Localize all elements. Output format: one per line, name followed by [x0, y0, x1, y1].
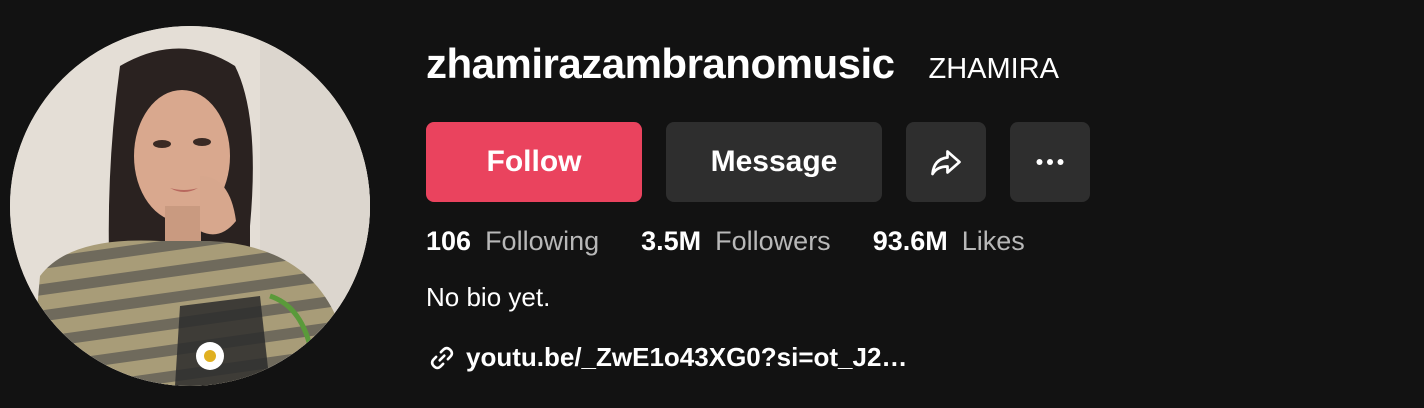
title-row: zhamirazambranomusic ZHAMIRA: [426, 40, 1406, 100]
profile-photo: [10, 26, 370, 386]
following-label: Following: [485, 226, 600, 256]
profile-info: zhamirazambranomusic ZHAMIRA Follow Mess…: [426, 40, 1406, 372]
nickname: ZHAMIRA: [928, 53, 1060, 85]
stat-following[interactable]: 106 Following: [426, 226, 599, 257]
ellipsis-icon: [1036, 159, 1064, 165]
followers-count: 3.5M: [641, 226, 702, 256]
stat-followers[interactable]: 3.5M Followers: [641, 226, 831, 257]
avatar[interactable]: [10, 26, 370, 386]
follow-button[interactable]: Follow: [426, 122, 642, 202]
link-text: youtu.be/_ZwE1o43XG0?si=ot_J2…: [466, 342, 908, 372]
stat-likes: 93.6M Likes: [873, 226, 1025, 257]
more-button[interactable]: [1010, 122, 1090, 202]
profile-link[interactable]: youtu.be/_ZwE1o43XG0?si=ot_J2…: [428, 342, 907, 373]
username: zhamirazambranomusic: [426, 40, 895, 87]
action-buttons: Follow Message: [426, 122, 1090, 202]
followers-label: Followers: [715, 226, 831, 256]
likes-label: Likes: [961, 226, 1025, 256]
message-button[interactable]: Message: [666, 122, 882, 202]
likes-count: 93.6M: [872, 226, 948, 256]
following-count: 106: [426, 226, 472, 256]
share-arrow-icon: [931, 150, 961, 176]
link-icon: [428, 343, 458, 373]
bio-text: No bio yet.: [426, 282, 551, 312]
stats-row: 106 Following 3.5M Followers 93.6M Likes: [426, 226, 1067, 257]
share-button[interactable]: [906, 122, 986, 202]
